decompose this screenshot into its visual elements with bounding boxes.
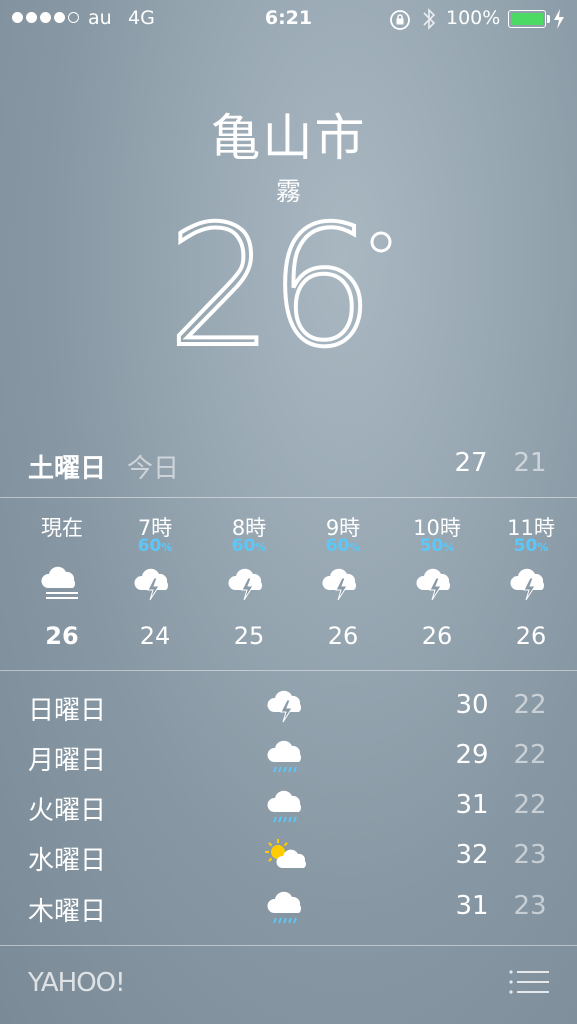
daily-day-name: 木曜日 [28,897,107,927]
daily-day-name: 水曜日 [28,846,107,876]
precip-chance-value: 60 [231,536,256,556]
hourly-item: 現在 26 [15,512,109,650]
precip-unit: % [443,541,455,554]
hour-temperature: 26 [421,622,453,650]
daily-low: 23 [513,891,547,921]
thunderstorm-icon [108,562,202,608]
daily-low: 22 [513,790,547,820]
list-icon[interactable] [508,968,550,998]
current-temperature-display: 26 [169,206,391,356]
city-name: 亀山市 [210,109,367,167]
daily-high: 30 [455,690,489,720]
today-high: 27 [454,448,488,478]
rain-icon [262,784,314,828]
daily-high: 31 [455,891,489,921]
precip-chance: 50% [390,536,484,558]
rain-icon [262,734,314,778]
hour-temperature: 26 [45,622,79,650]
daily-row: 日曜日 30 22 [0,690,577,740]
daily-low: 22 [513,740,547,770]
yahoo-logo[interactable]: YAHOO! [28,968,126,998]
daily-high: 31 [455,790,489,820]
precip-unit: % [349,541,361,554]
precip-chance: 60% [296,536,390,558]
thunderstorm-icon [484,562,577,608]
precip-unit: % [255,541,267,554]
battery-icon [508,10,546,28]
hourly-item: 9時 60% 26 [296,512,390,650]
precip-chance: 60% [108,536,202,558]
thunderstorm-icon [296,562,390,608]
charging-bolt-icon [554,9,564,29]
hourly-item: 11時 50% 26 [484,512,577,650]
rain-icon [262,885,314,929]
daily-high: 32 [455,840,489,870]
rotation-lock-icon [390,10,410,30]
precip-chance: 60% [202,536,296,558]
hourly-item: 8時 60% 25 [202,512,296,650]
today-label: 今日 [127,454,180,484]
divider [0,945,577,946]
thunderstorm-icon [262,684,314,728]
thunderstorm-icon [390,562,484,608]
divider [0,497,577,498]
today-summary: 土曜日 今日 27 21 [0,448,577,488]
degree-symbol-icon [370,231,391,253]
battery-percentage: 100% [446,7,501,29]
daily-day-name: 月曜日 [28,746,107,776]
precip-unit: % [161,541,173,554]
thunderstorm-icon [202,562,296,608]
hour-temperature: 26 [327,622,359,650]
daily-low: 23 [513,840,547,870]
partly-sunny-icon [262,834,314,878]
daily-low: 22 [513,690,547,720]
hour-temperature: 24 [139,622,171,650]
precip-chance: 50% [484,536,577,558]
today-low: 21 [513,448,547,478]
bluetooth-icon [423,8,436,30]
hourly-item: 10時 50% 26 [390,512,484,650]
hour-temperature: 25 [233,622,265,650]
hourly-item: 7時 60% 24 [108,512,202,650]
daily-day-name: 火曜日 [28,796,107,826]
daily-row: 木曜日 31 23 [0,891,577,941]
divider [0,670,577,671]
weather-condition: 霧 [275,177,301,206]
precip-chance-value: 50 [419,536,444,556]
status-bar: au 4G 6:21 100% [0,0,577,38]
precip-chance-value: 50 [513,536,538,556]
daily-row: 火曜日 31 22 [0,790,577,840]
today-day-name: 土曜日 [28,454,107,484]
temperature-value: 26 [169,206,371,356]
precip-chance-value: 60 [325,536,350,556]
current-temperature: 26 [0,206,577,356]
battery-tip [547,15,550,23]
precip-chance-value: 60 [137,536,162,556]
daily-high: 29 [455,740,489,770]
daily-day-name: 日曜日 [28,696,107,726]
daily-row: 月曜日 29 22 [0,740,577,790]
hour-temperature: 26 [515,622,547,650]
precip-unit: % [537,541,549,554]
daily-row: 水曜日 32 23 [0,839,577,890]
fog-icon [15,562,109,608]
